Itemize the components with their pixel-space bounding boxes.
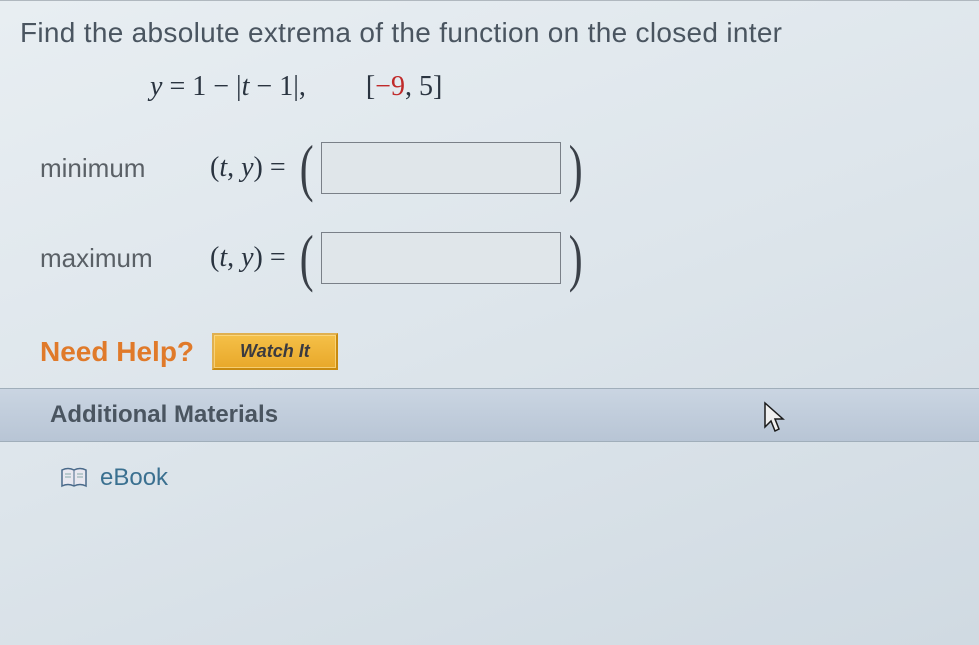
eq-rhs-part1: 1 − | — [192, 71, 241, 102]
maximum-input[interactable] — [321, 232, 561, 284]
paren-open-icon: ( — [299, 142, 313, 193]
minimum-label: minimum — [40, 153, 210, 184]
eq-sign: = — [162, 71, 192, 102]
paren-close-icon: ) — [569, 142, 583, 193]
additional-materials-header: Additional Materials — [0, 388, 979, 442]
eq-lhs: y — [150, 71, 162, 102]
maximum-row: maximum (t, y) = ( ) — [40, 213, 979, 303]
interval-rest: , 5] — [405, 71, 442, 102]
need-help-label: Need Help? — [40, 336, 194, 368]
book-icon — [60, 467, 88, 489]
equation: y = 1 − |t − 1|,[−9, 5] — [0, 53, 979, 113]
interval-neg9: −9 — [375, 71, 405, 102]
watch-it-button[interactable]: Watch It — [212, 333, 338, 370]
interval-open: [ — [366, 71, 375, 102]
paren-close-icon: ) — [569, 232, 583, 283]
cursor-icon — [761, 401, 789, 444]
minimum-input[interactable] — [321, 142, 561, 194]
minimum-ty-label: (t, y) = — [210, 152, 286, 184]
maximum-label: maximum — [40, 243, 210, 274]
ebook-link[interactable]: eBook — [100, 464, 168, 492]
eq-rhs-part2: − 1|, — [249, 71, 305, 102]
question-prompt: Find the absolute extrema of the functio… — [0, 9, 979, 53]
maximum-ty-label: (t, y) = — [210, 242, 286, 274]
paren-open-icon: ( — [299, 232, 313, 283]
additional-materials-title: Additional Materials — [50, 401, 278, 428]
minimum-row: minimum (t, y) = ( ) — [40, 123, 979, 213]
